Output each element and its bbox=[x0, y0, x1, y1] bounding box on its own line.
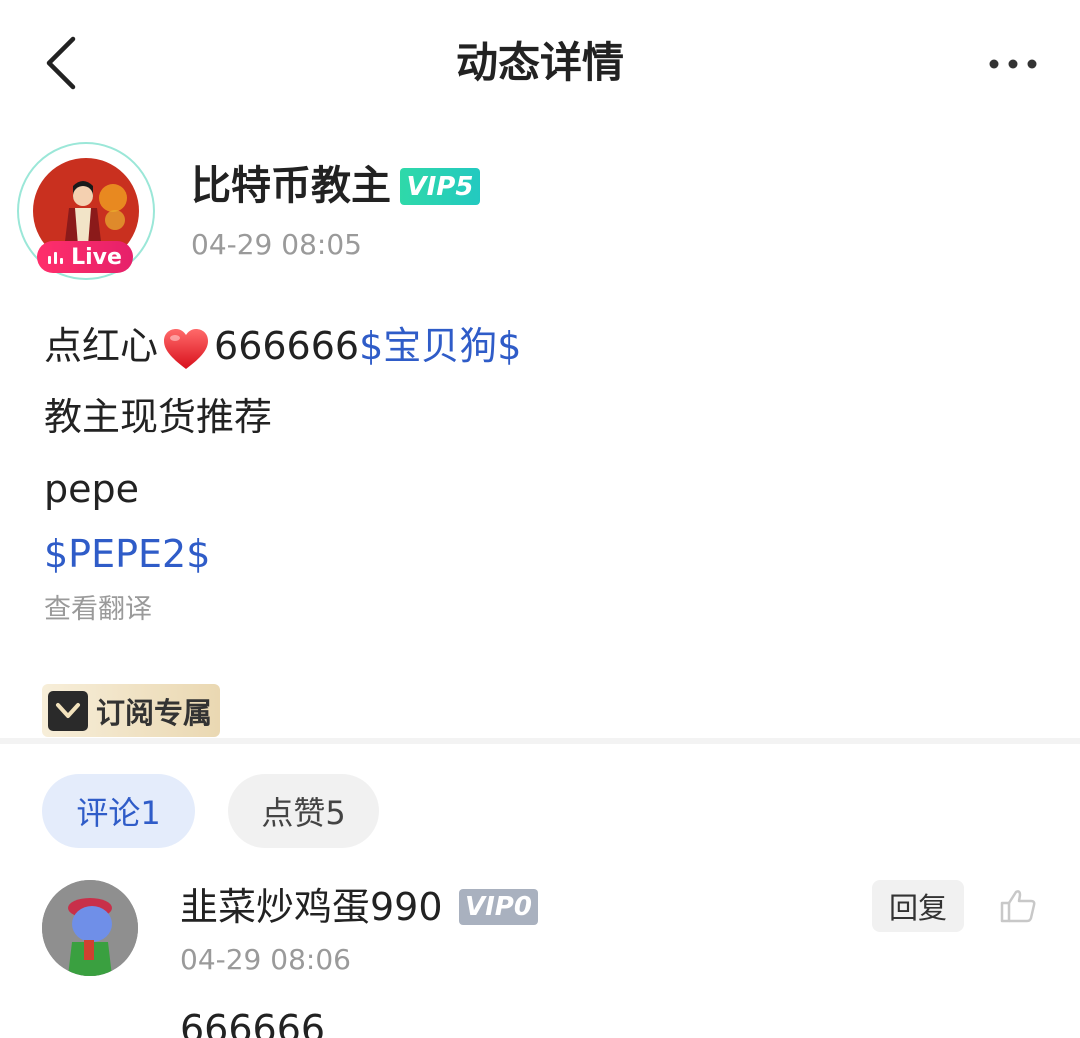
subscription-icon bbox=[48, 690, 88, 731]
live-bars-icon bbox=[48, 250, 64, 264]
comment-timestamp: 04-29 08:06 bbox=[180, 943, 351, 976]
post-line-1-prefix: 点红心 bbox=[44, 324, 159, 368]
author-name[interactable]: 比特币教主 bbox=[191, 160, 391, 212]
post-line-1: 点红心 666666$宝贝狗$ bbox=[44, 322, 521, 373]
top-bar: 动态详情 bbox=[0, 0, 1080, 125]
post-timestamp: 04-29 08:05 bbox=[191, 228, 362, 261]
commenter-name[interactable]: 韭菜炒鸡蛋990 bbox=[180, 882, 443, 932]
red-heart-icon bbox=[164, 329, 209, 369]
live-label: Live bbox=[71, 244, 122, 270]
subscription-label: 订阅专属 bbox=[96, 695, 213, 730]
page-title: 动态详情 bbox=[455, 38, 624, 87]
post-detail-page: 动态详情 Live 比特币教主 VIP5 04-29 08:05 点红心 666… bbox=[0, 0, 1080, 1038]
translate-link[interactable]: 查看翻译 bbox=[44, 593, 152, 627]
section-divider bbox=[0, 738, 1080, 744]
post-line-2: 教主现货推荐 bbox=[44, 395, 273, 439]
comment-text: 666666 bbox=[180, 1007, 326, 1038]
tab-comments[interactable]: 评论1 bbox=[42, 774, 195, 848]
more-options-button[interactable] bbox=[978, 44, 1048, 84]
commenter-vip-tag: VIP0 bbox=[459, 889, 538, 925]
post-line-1-number: 666666 bbox=[214, 324, 360, 368]
tab-likes[interactable]: 点赞5 bbox=[228, 774, 379, 848]
pepe2-tag-link[interactable]: $PEPE2$ bbox=[44, 530, 210, 578]
subscription-badge[interactable]: 订阅专属 bbox=[42, 684, 220, 737]
author-vip-tag: VIP5 bbox=[400, 168, 480, 205]
post-line-3: pepe bbox=[44, 467, 139, 511]
more-dots-icon bbox=[989, 59, 1037, 69]
live-badge: Live bbox=[37, 241, 133, 273]
author-avatar[interactable]: Live bbox=[17, 142, 155, 280]
thumbs-up-icon bbox=[1000, 890, 1036, 923]
comment-like-button[interactable] bbox=[996, 884, 1040, 928]
commenter-avatar[interactable] bbox=[42, 880, 138, 976]
reply-button[interactable]: 回复 bbox=[872, 880, 964, 932]
coin-tag-link[interactable]: $宝贝狗$ bbox=[359, 324, 521, 368]
